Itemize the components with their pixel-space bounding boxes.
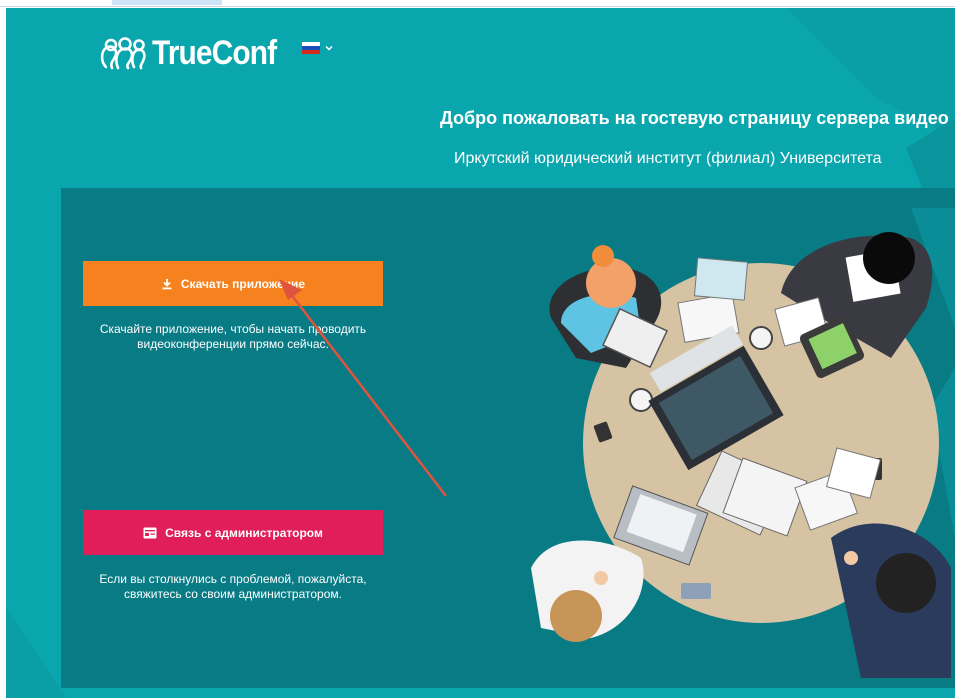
chevron-down-icon [325, 45, 333, 51]
download-app-button[interactable]: Скачать приложение [83, 261, 383, 306]
trueconf-people-icon [100, 36, 146, 69]
logo-text: TrueConf [152, 34, 277, 72]
trueconf-logo[interactable]: TrueConf [98, 34, 293, 73]
language-selector[interactable] [302, 42, 334, 54]
download-button-label: Скачать приложение [180, 276, 306, 291]
conference-illustration [531, 208, 955, 678]
browser-top-strip [0, 0, 955, 8]
main-panel: Скачать приложение Скачайте приложение, … [61, 188, 955, 688]
download-icon [162, 278, 172, 289]
divider [0, 6, 955, 7]
organization-name: Иркутский юридический институт (филиал) … [454, 150, 882, 167]
admin-button-label: Связь с администратором [165, 525, 323, 540]
guest-page: TrueConf Добро пожаловать на гостевую ст… [6, 8, 955, 698]
text-selection-highlight [112, 0, 222, 5]
contact-admin-button[interactable]: Связь с администратором [83, 510, 383, 555]
contact-card-icon [143, 527, 157, 538]
download-description: Скачайте приложение, чтобы начать провод… [99, 322, 367, 351]
russian-flag-icon [302, 42, 320, 54]
welcome-title: Добро пожаловать на гостевую страницу се… [440, 108, 949, 128]
admin-description: Если вы столкнулись с проблемой, пожалуй… [99, 572, 367, 601]
